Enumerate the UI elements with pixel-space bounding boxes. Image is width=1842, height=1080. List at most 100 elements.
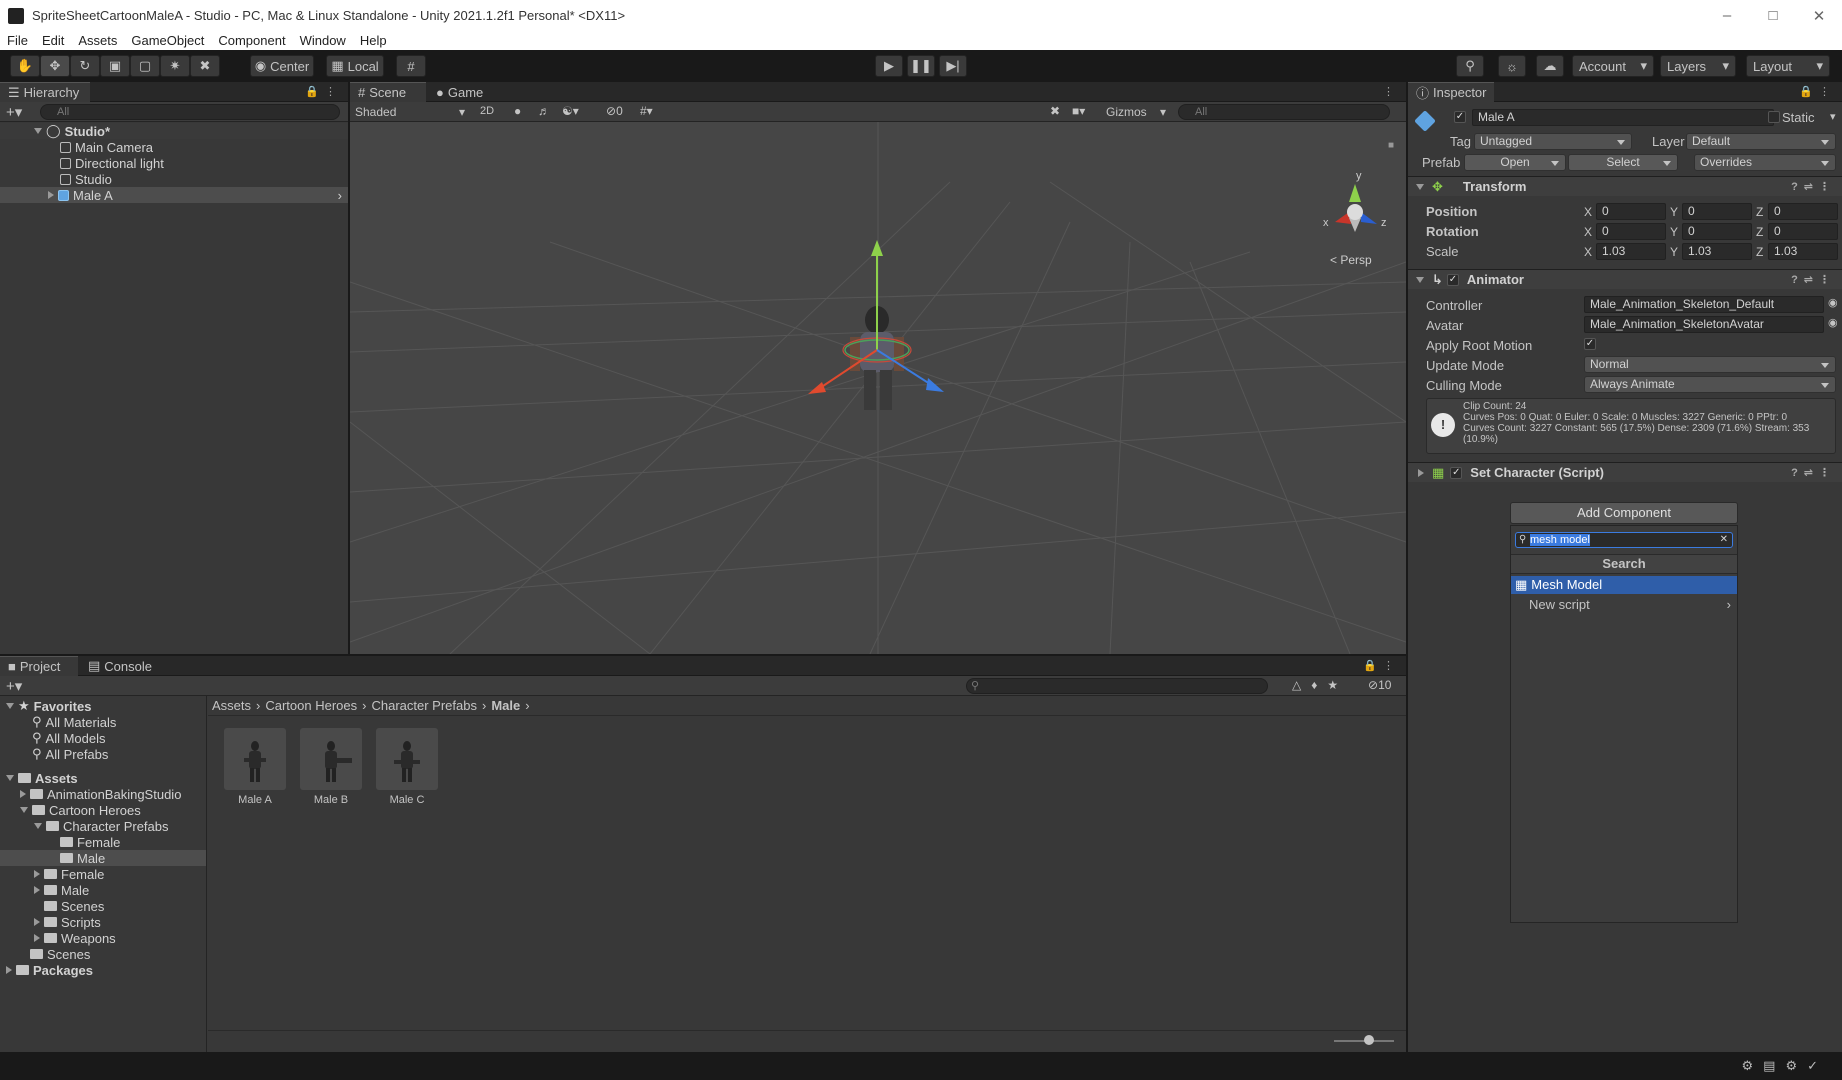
component-search-input[interactable]: ⚲ mesh model ✕ bbox=[1515, 532, 1733, 548]
tab-game[interactable]: ● Game bbox=[428, 82, 498, 102]
breadcrumb-item[interactable]: Male bbox=[491, 698, 520, 713]
pivot-local-button[interactable]: ▦ Local bbox=[326, 55, 384, 77]
scale-y-field[interactable]: 1.03 bbox=[1682, 243, 1752, 260]
breadcrumb-item[interactable]: Character Prefabs bbox=[371, 698, 477, 713]
hidden-objects-icon[interactable]: ⊘0 bbox=[606, 104, 623, 118]
panel-menu-icon[interactable]: 🔒⋮ bbox=[1799, 85, 1836, 98]
active-checkbox[interactable]: ✓ bbox=[1454, 111, 1466, 123]
scene-search-input[interactable]: All bbox=[1178, 104, 1390, 120]
prefab-select-button[interactable]: Select bbox=[1568, 154, 1678, 171]
update-mode-dropdown[interactable]: Normal bbox=[1584, 356, 1836, 373]
tag-dropdown[interactable]: Untagged bbox=[1474, 133, 1632, 150]
rect-tool-icon[interactable]: ▢ bbox=[130, 55, 160, 77]
maximize-icon[interactable]: □ bbox=[1750, 0, 1796, 31]
tree-item[interactable]: Cartoon Heroes bbox=[0, 802, 206, 818]
tree-item[interactable]: AnimationBakingStudio bbox=[0, 786, 206, 802]
cloud-icon[interactable]: ☁ bbox=[1536, 55, 1564, 77]
menu-help[interactable]: Help bbox=[353, 33, 394, 48]
assets-row[interactable]: Assets bbox=[0, 770, 206, 786]
position-z-field[interactable]: 0 bbox=[1768, 203, 1838, 220]
breadcrumb-item[interactable]: Assets bbox=[212, 698, 251, 713]
layers-dropdown[interactable]: Layers ▾ bbox=[1660, 55, 1736, 77]
lock-icon[interactable]: ■ bbox=[1388, 140, 1394, 151]
animator-header[interactable]: ↳ ✓ Animator ?⇌⋮ bbox=[1408, 269, 1842, 289]
add-icon[interactable]: +▾ bbox=[6, 103, 22, 121]
tab-scene[interactable]: # Scene bbox=[350, 82, 426, 102]
result-mesh-model[interactable]: ▦ Mesh Model bbox=[1511, 576, 1737, 594]
asset-item[interactable]: Male B bbox=[300, 728, 362, 806]
grid-toggle-icon[interactable]: #▾ bbox=[640, 104, 653, 118]
gizmos-dropdown[interactable]: Gizmos ▾ bbox=[1106, 104, 1170, 120]
layout-dropdown[interactable]: Layout ▾ bbox=[1746, 55, 1830, 77]
animator-enabled-checkbox[interactable]: ✓ bbox=[1446, 273, 1459, 286]
shading-dropdown[interactable]: Shaded ▾ bbox=[353, 104, 469, 120]
list-item[interactable]: Studio bbox=[0, 171, 348, 187]
favorites-row[interactable]: ★ Favorites bbox=[0, 698, 206, 714]
culling-mode-dropdown[interactable]: Always Animate bbox=[1584, 376, 1836, 393]
status-icons[interactable]: ⚙▤⚙✓ bbox=[1742, 1058, 1828, 1074]
tab-project[interactable]: ■ Project bbox=[0, 656, 78, 676]
prefab-open-button[interactable]: Open bbox=[1464, 154, 1566, 171]
tree-item[interactable]: Weapons bbox=[0, 930, 206, 946]
effects-icon[interactable]: ☯▾ bbox=[562, 104, 579, 118]
tree-item[interactable]: Scenes bbox=[0, 898, 206, 914]
collab-icon[interactable]: ☼ bbox=[1498, 55, 1526, 77]
scene-viewport[interactable]: y x z ■ < Persp bbox=[350, 122, 1406, 654]
tree-item[interactable]: Female bbox=[0, 866, 206, 882]
toggle-2d-button[interactable]: 2D bbox=[480, 105, 494, 117]
breadcrumb-item[interactable]: Cartoon Heroes bbox=[265, 698, 357, 713]
script-header[interactable]: ▦ ✓ Set Character (Script) ?⇌⋮ bbox=[1408, 462, 1842, 482]
panel-menu-icon[interactable]: 🔒⋮ bbox=[305, 85, 342, 98]
scale-z-field[interactable]: 1.03 bbox=[1768, 243, 1838, 260]
scene-row[interactable]: ◯ Studio* bbox=[0, 123, 348, 139]
chevron-down-icon[interactable]: ▾ bbox=[1830, 110, 1836, 123]
tree-item[interactable]: Scripts bbox=[0, 914, 206, 930]
close-icon[interactable]: ✕ bbox=[1796, 0, 1842, 31]
rotation-x-field[interactable]: 0 bbox=[1596, 223, 1666, 240]
hand-tool-icon[interactable]: ✋ bbox=[10, 55, 40, 77]
grid-snap-icon[interactable]: # bbox=[396, 55, 426, 77]
zoom-slider-handle[interactable] bbox=[1364, 1035, 1374, 1045]
object-picker-icon[interactable]: ◉ bbox=[1828, 296, 1838, 309]
list-item-selected[interactable]: Male A › bbox=[0, 187, 348, 203]
tree-item[interactable]: ⚲ All Materials bbox=[0, 714, 206, 730]
tree-item[interactable]: ⚲ All Prefabs bbox=[0, 746, 206, 762]
scale-x-field[interactable]: 1.03 bbox=[1596, 243, 1666, 260]
chevron-right-icon[interactable]: › bbox=[338, 188, 342, 203]
scale-tool-icon[interactable]: ▣ bbox=[100, 55, 130, 77]
object-name-field[interactable]: Male A bbox=[1472, 109, 1774, 126]
persp-label[interactable]: < Persp bbox=[1330, 253, 1372, 267]
tree-item-selected[interactable]: Male bbox=[0, 850, 206, 866]
rotation-z-field[interactable]: 0 bbox=[1768, 223, 1838, 240]
script-enabled-checkbox[interactable]: ✓ bbox=[1450, 466, 1463, 479]
panel-menu-icon[interactable]: 🔒⋮ bbox=[1363, 659, 1400, 672]
result-new-script[interactable]: New script › bbox=[1511, 596, 1737, 614]
camera-icon[interactable]: ■▾ bbox=[1072, 104, 1085, 118]
menu-gameobject[interactable]: GameObject bbox=[124, 33, 211, 48]
tab-console[interactable]: ▤ Console bbox=[80, 656, 160, 676]
clear-icon[interactable]: ✕ bbox=[1720, 533, 1728, 547]
component-menu-icon[interactable]: ?⇌⋮ bbox=[1791, 273, 1836, 286]
pause-button[interactable]: ❚❚ bbox=[907, 55, 935, 77]
lighting-icon[interactable]: ● bbox=[514, 104, 521, 118]
tab-inspector[interactable]: ⓘ Inspector bbox=[1408, 82, 1494, 102]
step-button[interactable]: ▶| bbox=[939, 55, 967, 77]
tools-icon[interactable]: ✖ bbox=[1050, 104, 1060, 118]
tree-item[interactable]: ⚲ All Models bbox=[0, 730, 206, 746]
tree-item[interactable]: Scenes bbox=[0, 946, 206, 962]
menu-assets[interactable]: Assets bbox=[71, 33, 124, 48]
root-motion-checkbox[interactable]: ✓ bbox=[1584, 338, 1596, 350]
transform-tool-icon[interactable]: ✷ bbox=[160, 55, 190, 77]
panel-menu-icon[interactable]: ⋮ bbox=[1383, 85, 1400, 98]
menu-component[interactable]: Component bbox=[211, 33, 292, 48]
tree-item[interactable]: Character Prefabs bbox=[0, 818, 206, 834]
avatar-field[interactable]: Male_Animation_SkeletonAvatar bbox=[1584, 316, 1824, 333]
object-picker-icon[interactable]: ◉ bbox=[1828, 316, 1838, 329]
prefab-overrides-dropdown[interactable]: Overrides bbox=[1694, 154, 1836, 171]
minimize-icon[interactable]: – bbox=[1704, 0, 1750, 31]
asset-item[interactable]: Male C bbox=[376, 728, 438, 806]
play-button[interactable]: ▶ bbox=[875, 55, 903, 77]
project-search-input[interactable]: ⚲ bbox=[966, 678, 1268, 694]
transform-header[interactable]: ✥ Transform ?⇌⋮ bbox=[1408, 176, 1842, 196]
hidden-packages-icon[interactable]: ⊘10 bbox=[1368, 678, 1391, 692]
